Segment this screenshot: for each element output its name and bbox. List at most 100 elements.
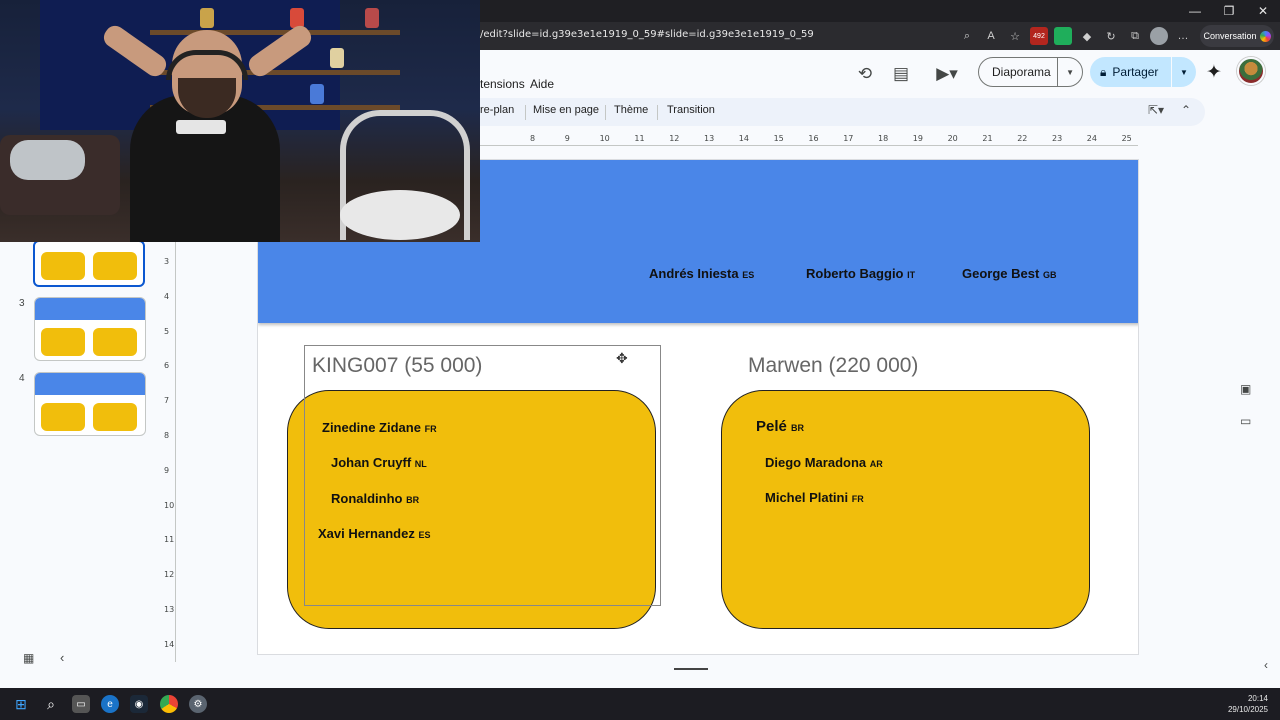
player-name: Andrés Iniesta: [649, 266, 739, 281]
share-button[interactable]: 🔒︎ Partager ▼: [1090, 57, 1196, 87]
figurine: [330, 48, 344, 68]
windows-taskbar: ⊞ ⌕ ▭ e ◉ ⚙ 20:14 29/10/2025: [0, 688, 1280, 720]
extension-badge-icon[interactable]: 492: [1030, 27, 1048, 45]
ruler-tick-label: 14: [164, 639, 175, 649]
tshirt-logo: [176, 120, 226, 134]
gemini-sparkle-icon[interactable]: ✦: [1206, 61, 1222, 84]
selection-box[interactable]: [304, 345, 661, 606]
copilot-icon: [1259, 30, 1271, 42]
player-name: Michel Platini: [765, 490, 849, 505]
history-icon[interactable]: ⟲: [853, 62, 877, 86]
team-player[interactable]: Diego Maradona AR: [765, 455, 883, 470]
toolbar-theme[interactable]: Thème: [614, 104, 648, 116]
country-code: AR: [869, 459, 883, 469]
figurine: [310, 84, 324, 104]
team-title[interactable]: Marwen (220 000): [748, 354, 918, 378]
slide-thumbnail-4[interactable]: [34, 372, 146, 436]
comments-icon[interactable]: ▤: [889, 62, 913, 86]
more-menu-icon[interactable]: …: [1174, 27, 1192, 45]
close-icon[interactable]: ✕: [1246, 0, 1280, 22]
ruler-tick-label: 9: [164, 465, 170, 475]
slide-number-4: 4: [19, 373, 25, 384]
meet-camera-icon[interactable]: ▶▾: [930, 62, 964, 86]
conversation-button[interactable]: Conversation: [1200, 25, 1274, 47]
collapse-toolbar-icon[interactable]: ⌃: [1181, 103, 1191, 117]
header-player[interactable]: George Best GB: [962, 266, 1056, 281]
speaker-notes-handle[interactable]: [674, 668, 708, 670]
header-player[interactable]: Roberto Baggio IT: [806, 266, 915, 281]
conversation-label: Conversation: [1203, 31, 1257, 41]
ruler-tick-label: 12: [669, 134, 680, 143]
edge-icon[interactable]: e: [101, 695, 119, 713]
thumbnail-box: [41, 252, 85, 280]
vertical-ruler: 3 4 5 6 7 8 9 10 11 12 13 14: [160, 242, 176, 662]
select-cursor-icon[interactable]: ⇱▾: [1148, 103, 1164, 117]
toolbar-divider: [525, 105, 526, 120]
team-player[interactable]: Pelé BR: [756, 418, 804, 435]
restore-icon[interactable]: ❐: [1212, 0, 1246, 22]
webcam-overlay: [0, 0, 480, 242]
country-code: GB: [1042, 270, 1057, 280]
toolbar-background[interactable]: re-plan: [480, 104, 514, 116]
keep-notes-icon[interactable]: ▣: [1240, 382, 1251, 396]
ruler-tick-label: 13: [704, 134, 715, 143]
url-field[interactable]: /edit?slide=id.g39e3e1e1919_0_59#slide=i…: [480, 29, 814, 40]
menu-help[interactable]: Aide: [530, 77, 554, 91]
ruler-tick-label: 13: [164, 605, 175, 614]
ruler-tick-label: 3: [164, 257, 170, 266]
slideshow-button[interactable]: Diaporama ▼: [978, 57, 1083, 87]
browser-profile-icon[interactable]: [1150, 27, 1168, 45]
toolbar-transition[interactable]: Transition: [667, 104, 715, 116]
steam-icon[interactable]: ◉: [130, 695, 148, 713]
extension-green-icon[interactable]: [1054, 27, 1072, 45]
thumbnail-box: [41, 403, 85, 431]
refresh-sync-icon[interactable]: ↻: [1102, 27, 1120, 45]
thumbnail-box: [41, 328, 85, 356]
clock-date: 29/10/2025: [1227, 705, 1268, 714]
chevron-left-icon[interactable]: ‹: [60, 650, 64, 665]
player-name: Diego Maradona: [765, 455, 867, 470]
figurine: [365, 8, 379, 28]
ruler-tick-label: 12: [164, 570, 175, 580]
slide-thumbnail-3[interactable]: [34, 297, 146, 361]
ruler-tick-label: 7: [164, 396, 170, 406]
task-view-icon[interactable]: ▭: [72, 695, 90, 713]
toolbar-divider: [605, 105, 606, 120]
clock-time: 20:14: [1247, 694, 1268, 703]
slide-number-3: 3: [19, 298, 25, 309]
favorite-star-icon[interactable]: ☆: [1006, 27, 1024, 45]
collections-icon[interactable]: ⧉: [1126, 27, 1144, 45]
thumbnail-box: [93, 328, 137, 356]
share-label: Partager: [1112, 65, 1159, 79]
country-code: IT: [907, 270, 916, 280]
ruler-tick-label: 10: [599, 134, 610, 143]
ruler-tick-label: 18: [878, 134, 889, 143]
lock-icon: 🔒︎: [1100, 65, 1107, 79]
menu-extensions[interactable]: tensions: [480, 77, 525, 91]
zoom-icon[interactable]: ⌕: [958, 27, 976, 45]
minimize-icon[interactable]: —: [1178, 0, 1212, 22]
avatar[interactable]: [1237, 57, 1265, 85]
toolbar-layout[interactable]: Mise en page: [533, 104, 599, 116]
extension-diamond-icon[interactable]: ◆: [1078, 27, 1096, 45]
ruler-tick-label: 11: [634, 134, 645, 143]
chevron-down-icon[interactable]: ▼: [1058, 68, 1082, 77]
side-panel-chevron-icon[interactable]: ‹: [1264, 658, 1268, 672]
read-aloud-icon[interactable]: A: [982, 27, 1000, 45]
chrome-icon[interactable]: [160, 695, 178, 713]
grid-view-icon[interactable]: ▦: [23, 651, 34, 665]
slide-thumbnail-2[interactable]: [33, 240, 145, 287]
share-chevron-down-icon[interactable]: ▼: [1172, 68, 1196, 77]
country-code: BR: [791, 423, 805, 433]
thumbnail-band: [35, 373, 145, 395]
header-player[interactable]: Andrés Iniesta ES: [649, 266, 754, 281]
ruler-tick-label: 22: [1017, 134, 1028, 143]
ruler-tick-label: 10: [164, 500, 175, 510]
ruler-tick-label: 9: [564, 134, 570, 143]
settings-gear-icon[interactable]: ⚙: [189, 695, 207, 713]
team-player[interactable]: Michel Platini FR: [765, 490, 864, 505]
system-clock[interactable]: 20:14 29/10/2025: [1228, 693, 1268, 715]
folder-icon[interactable]: ▭: [1240, 414, 1251, 428]
search-icon[interactable]: ⌕: [42, 695, 60, 713]
windows-start-icon[interactable]: ⊞: [12, 695, 30, 713]
